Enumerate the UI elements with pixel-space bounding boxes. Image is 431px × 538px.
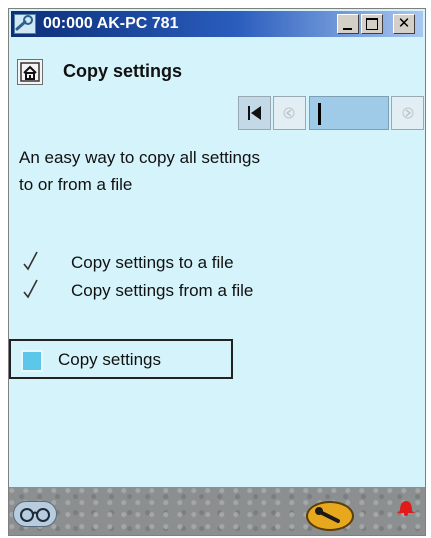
wrench-icon xyxy=(315,507,340,523)
description-line-2: to or from a file xyxy=(19,175,133,194)
maximize-icon xyxy=(366,18,378,30)
wrench-app-icon xyxy=(14,14,36,34)
bottom-bar xyxy=(9,487,425,535)
copy-settings-label: Copy settings xyxy=(58,350,161,369)
page-title: Copy settings xyxy=(63,61,183,81)
app-window: 00:000 AK-PC 781 ✕ Copy settings An easy… xyxy=(8,8,426,536)
list-item-label: Copy settings to a file xyxy=(71,253,234,272)
text-caret xyxy=(318,103,321,125)
glasses-icon xyxy=(20,508,50,522)
list-item-copy-to-file[interactable]: Copy settings to a file xyxy=(21,250,351,276)
alarm-button[interactable] xyxy=(393,497,419,517)
next-page-button[interactable] xyxy=(391,96,424,130)
next-page-icon xyxy=(402,107,414,119)
maximize-button[interactable] xyxy=(361,14,383,34)
page-index-field[interactable] xyxy=(309,96,389,130)
list-item-label: Copy settings from a file xyxy=(71,281,254,300)
previous-page-icon xyxy=(283,107,295,119)
close-button[interactable]: ✕ xyxy=(393,14,415,34)
description-line-1: An easy way to copy all settings xyxy=(19,148,260,167)
home-icon xyxy=(20,62,40,82)
copy-indicator-square xyxy=(21,350,43,372)
check-icon xyxy=(23,251,38,271)
check-icon xyxy=(23,279,38,299)
copy-settings-option[interactable]: Copy settings xyxy=(9,339,233,379)
title-bar[interactable]: 00:000 AK-PC 781 ✕ xyxy=(11,11,423,37)
previous-page-button[interactable] xyxy=(273,96,306,130)
view-button[interactable] xyxy=(13,501,57,527)
description: An easy way to copy all settings to or f… xyxy=(19,144,349,198)
first-page-button[interactable] xyxy=(238,96,271,130)
minimize-button[interactable] xyxy=(337,14,359,34)
first-page-icon xyxy=(248,106,261,120)
window-title: 00:000 AK-PC 781 xyxy=(43,15,179,32)
home-button[interactable] xyxy=(17,59,43,85)
close-icon: ✕ xyxy=(397,15,411,32)
bell-icon xyxy=(397,501,415,516)
list-item-copy-from-file[interactable]: Copy settings from a file xyxy=(21,278,351,304)
settings-tool-button[interactable] xyxy=(306,501,354,531)
minimize-icon xyxy=(343,28,352,30)
